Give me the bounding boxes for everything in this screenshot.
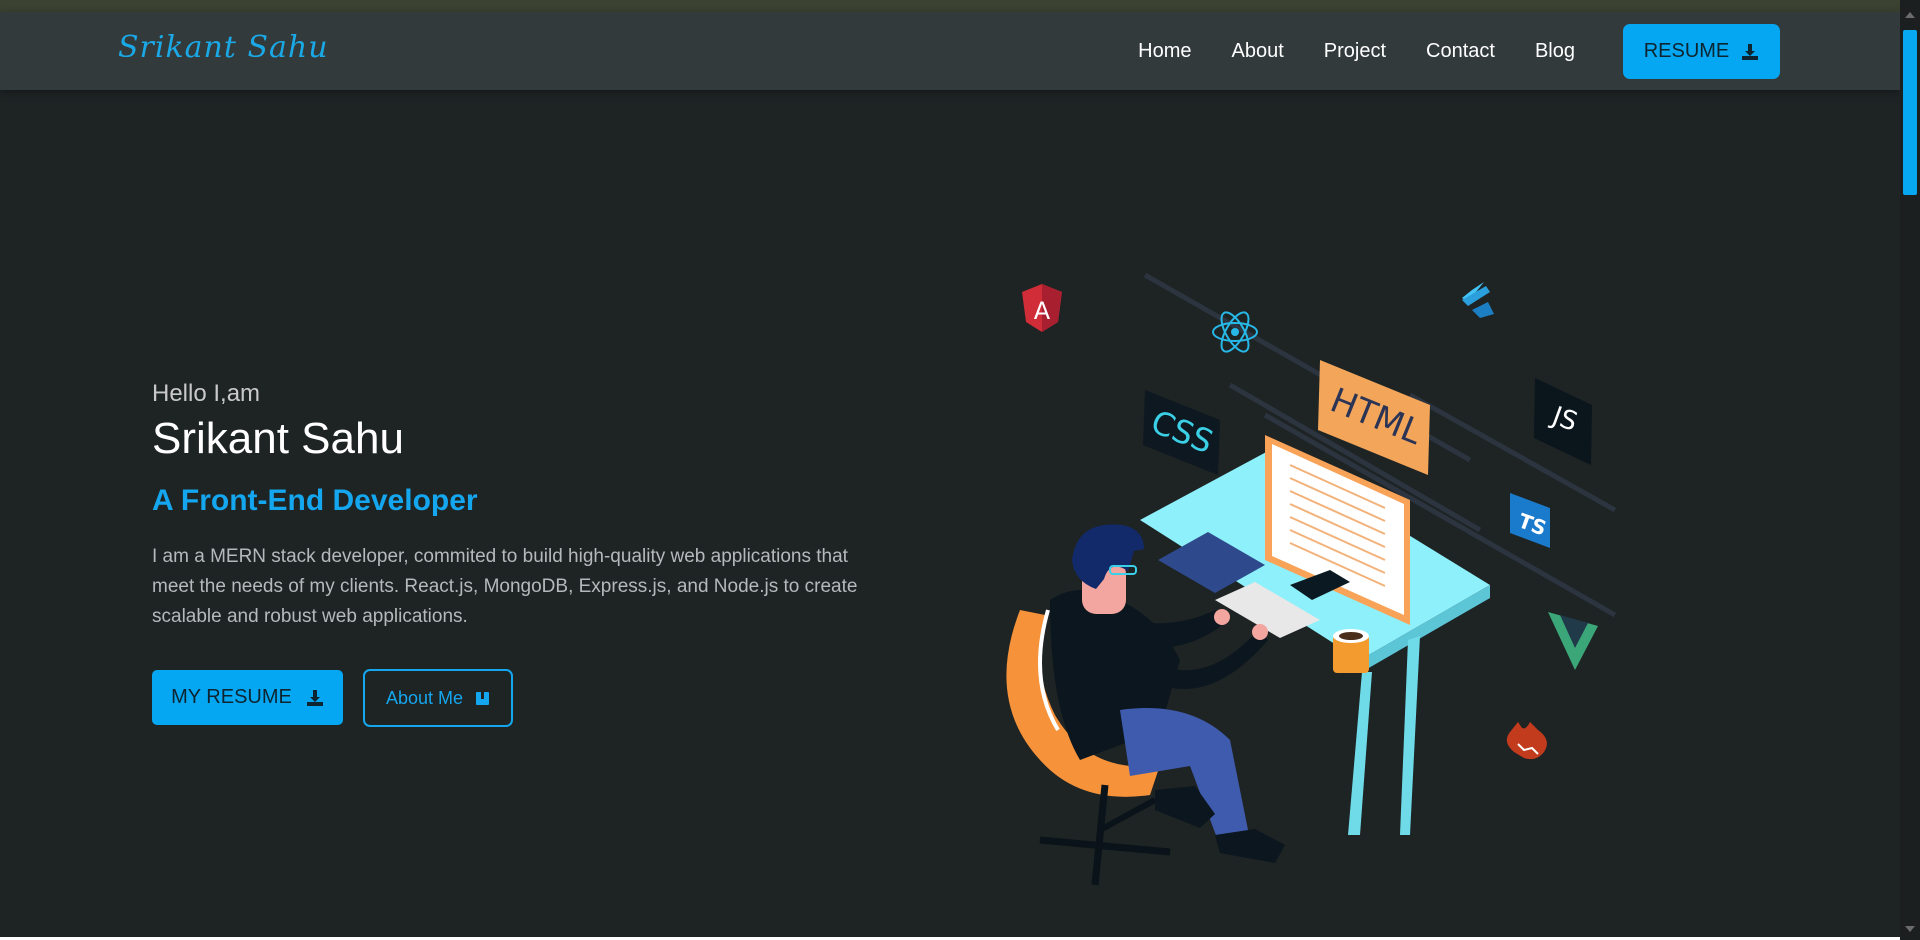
scroll-thumb[interactable] xyxy=(1903,30,1917,195)
nav-home[interactable]: Home xyxy=(1138,40,1191,63)
angular-letter: A xyxy=(1034,297,1051,325)
navbar: Srikant Sahu Home About Project Contact … xyxy=(0,12,1900,90)
hero-text: Hello I,am Srikant Sahu A Front-End Deve… xyxy=(152,380,912,632)
hero-description: I am a MERN stack developer, commited to… xyxy=(152,546,858,627)
scrollbar[interactable] xyxy=(1900,0,1920,940)
my-resume-label: MY RESUME xyxy=(171,686,292,708)
scroll-up-arrow[interactable] xyxy=(1905,12,1915,18)
nav-contact[interactable]: Contact xyxy=(1426,40,1495,63)
about-me-button[interactable]: About Me xyxy=(363,669,513,727)
js-icon: JS xyxy=(1534,378,1592,465)
nav-project[interactable]: Project xyxy=(1324,40,1386,63)
angular-icon: A xyxy=(1022,284,1062,332)
hero-greeting: Hello I,am xyxy=(152,380,261,407)
nav-about[interactable]: About xyxy=(1232,40,1284,63)
coffee-mug xyxy=(1333,629,1369,673)
css-badge: CSS xyxy=(1143,390,1220,475)
ts-icon: TS xyxy=(1510,493,1550,548)
scroll-down-arrow[interactable] xyxy=(1905,926,1915,932)
hero-name: Srikant Sahu xyxy=(152,414,404,463)
book-icon xyxy=(476,691,490,705)
nav-links: Home About Project Contact Blog xyxy=(1138,12,1575,90)
about-me-label: About Me xyxy=(385,687,464,708)
flutter-icon xyxy=(1462,282,1494,318)
resume-button[interactable]: RESUME xyxy=(1623,24,1780,79)
hero-role: A Front-End Developer xyxy=(152,484,478,517)
code-icon xyxy=(1506,722,1547,760)
vue-icon xyxy=(1548,612,1598,670)
download-icon xyxy=(306,689,323,706)
my-resume-button[interactable]: MY RESUME xyxy=(152,670,343,725)
nav-blog[interactable]: Blog xyxy=(1535,40,1575,63)
download-icon xyxy=(1742,43,1759,60)
resume-button-label: RESUME xyxy=(1643,40,1730,62)
site-logo[interactable]: Srikant Sahu xyxy=(118,30,329,65)
hero-buttons: MY RESUME About Me xyxy=(152,669,513,727)
developer-illustration: A CSS HTML JS TS xyxy=(1006,272,1617,886)
